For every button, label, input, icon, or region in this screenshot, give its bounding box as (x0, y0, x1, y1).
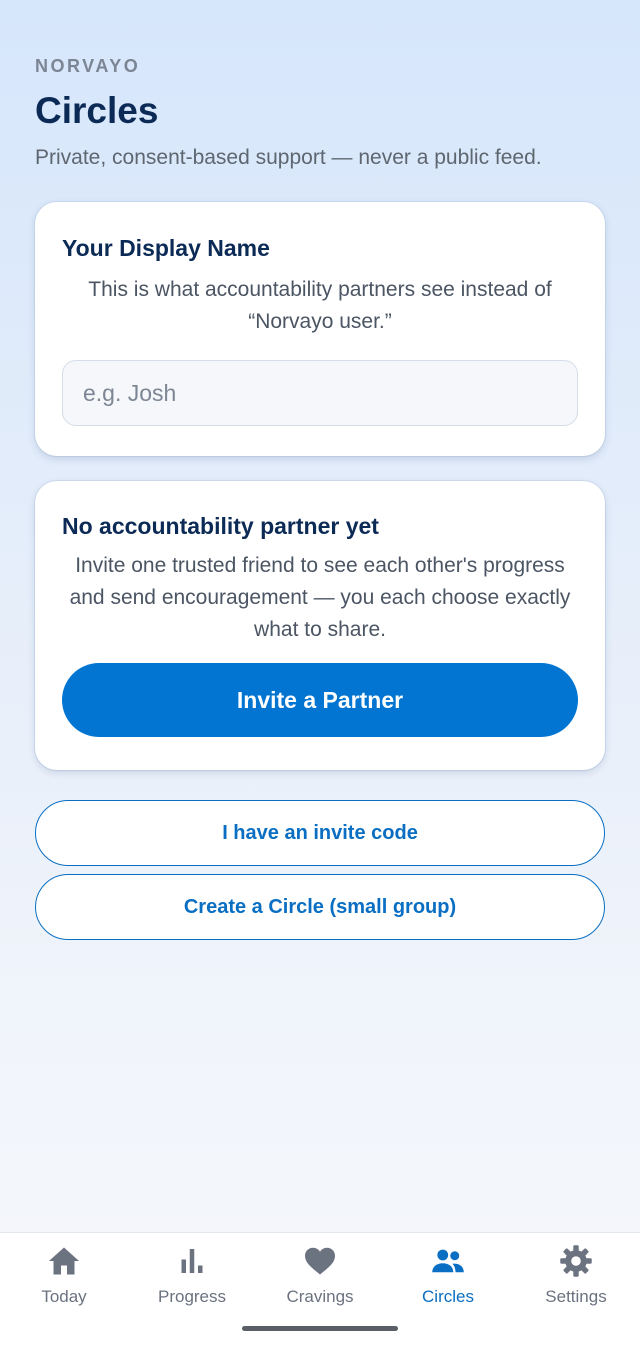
display-name-description: This is what accountability partners see… (88, 278, 552, 333)
bar-chart-icon (181, 1249, 203, 1273)
tab-progress[interactable]: Progress (128, 1243, 256, 1313)
invite-code-button[interactable]: I have an invite code (35, 800, 605, 866)
accountability-partner-card: No accountability partner yet Invite one… (35, 481, 605, 770)
partner-card-description: Invite one trusted friend to see each ot… (69, 554, 571, 641)
tab-cravings-label: Cravings (286, 1287, 354, 1306)
page-header: NORVAYO Circles Private, consent-based s… (35, 55, 610, 171)
tab-circles-label: Circles (422, 1287, 474, 1306)
tab-settings-label: Settings (545, 1287, 607, 1306)
home-icon (49, 1247, 79, 1275)
display-name-input[interactable] (62, 360, 578, 426)
page-title: Circles (35, 90, 159, 131)
page-subtitle: Private, consent-based support — never a… (35, 146, 542, 169)
tab-today[interactable]: Today (0, 1243, 128, 1313)
display-name-title: Your Display Name (62, 235, 270, 261)
create-circle-button[interactable]: Create a Circle (small group) (35, 874, 605, 940)
tab-today-label: Today (41, 1287, 87, 1306)
tab-progress-label: Progress (157, 1287, 227, 1306)
display-name-card: Your Display Name This is what accountab… (35, 202, 605, 456)
gear-icon (560, 1245, 592, 1277)
bottom-tab-bar: Today Progress Cravings Circles Settings (0, 1232, 640, 1355)
tab-cravings[interactable]: Cravings (256, 1243, 384, 1313)
partner-card-title: No accountability partner yet (62, 513, 379, 539)
tab-settings[interactable]: Settings (512, 1243, 640, 1313)
tab-circles[interactable]: Circles (384, 1243, 512, 1313)
people-icon (432, 1249, 464, 1273)
home-indicator[interactable] (242, 1326, 398, 1331)
brand-label: NORVAYO (35, 56, 141, 76)
invite-partner-button[interactable]: Invite a Partner (62, 663, 578, 737)
heart-icon (305, 1247, 335, 1275)
